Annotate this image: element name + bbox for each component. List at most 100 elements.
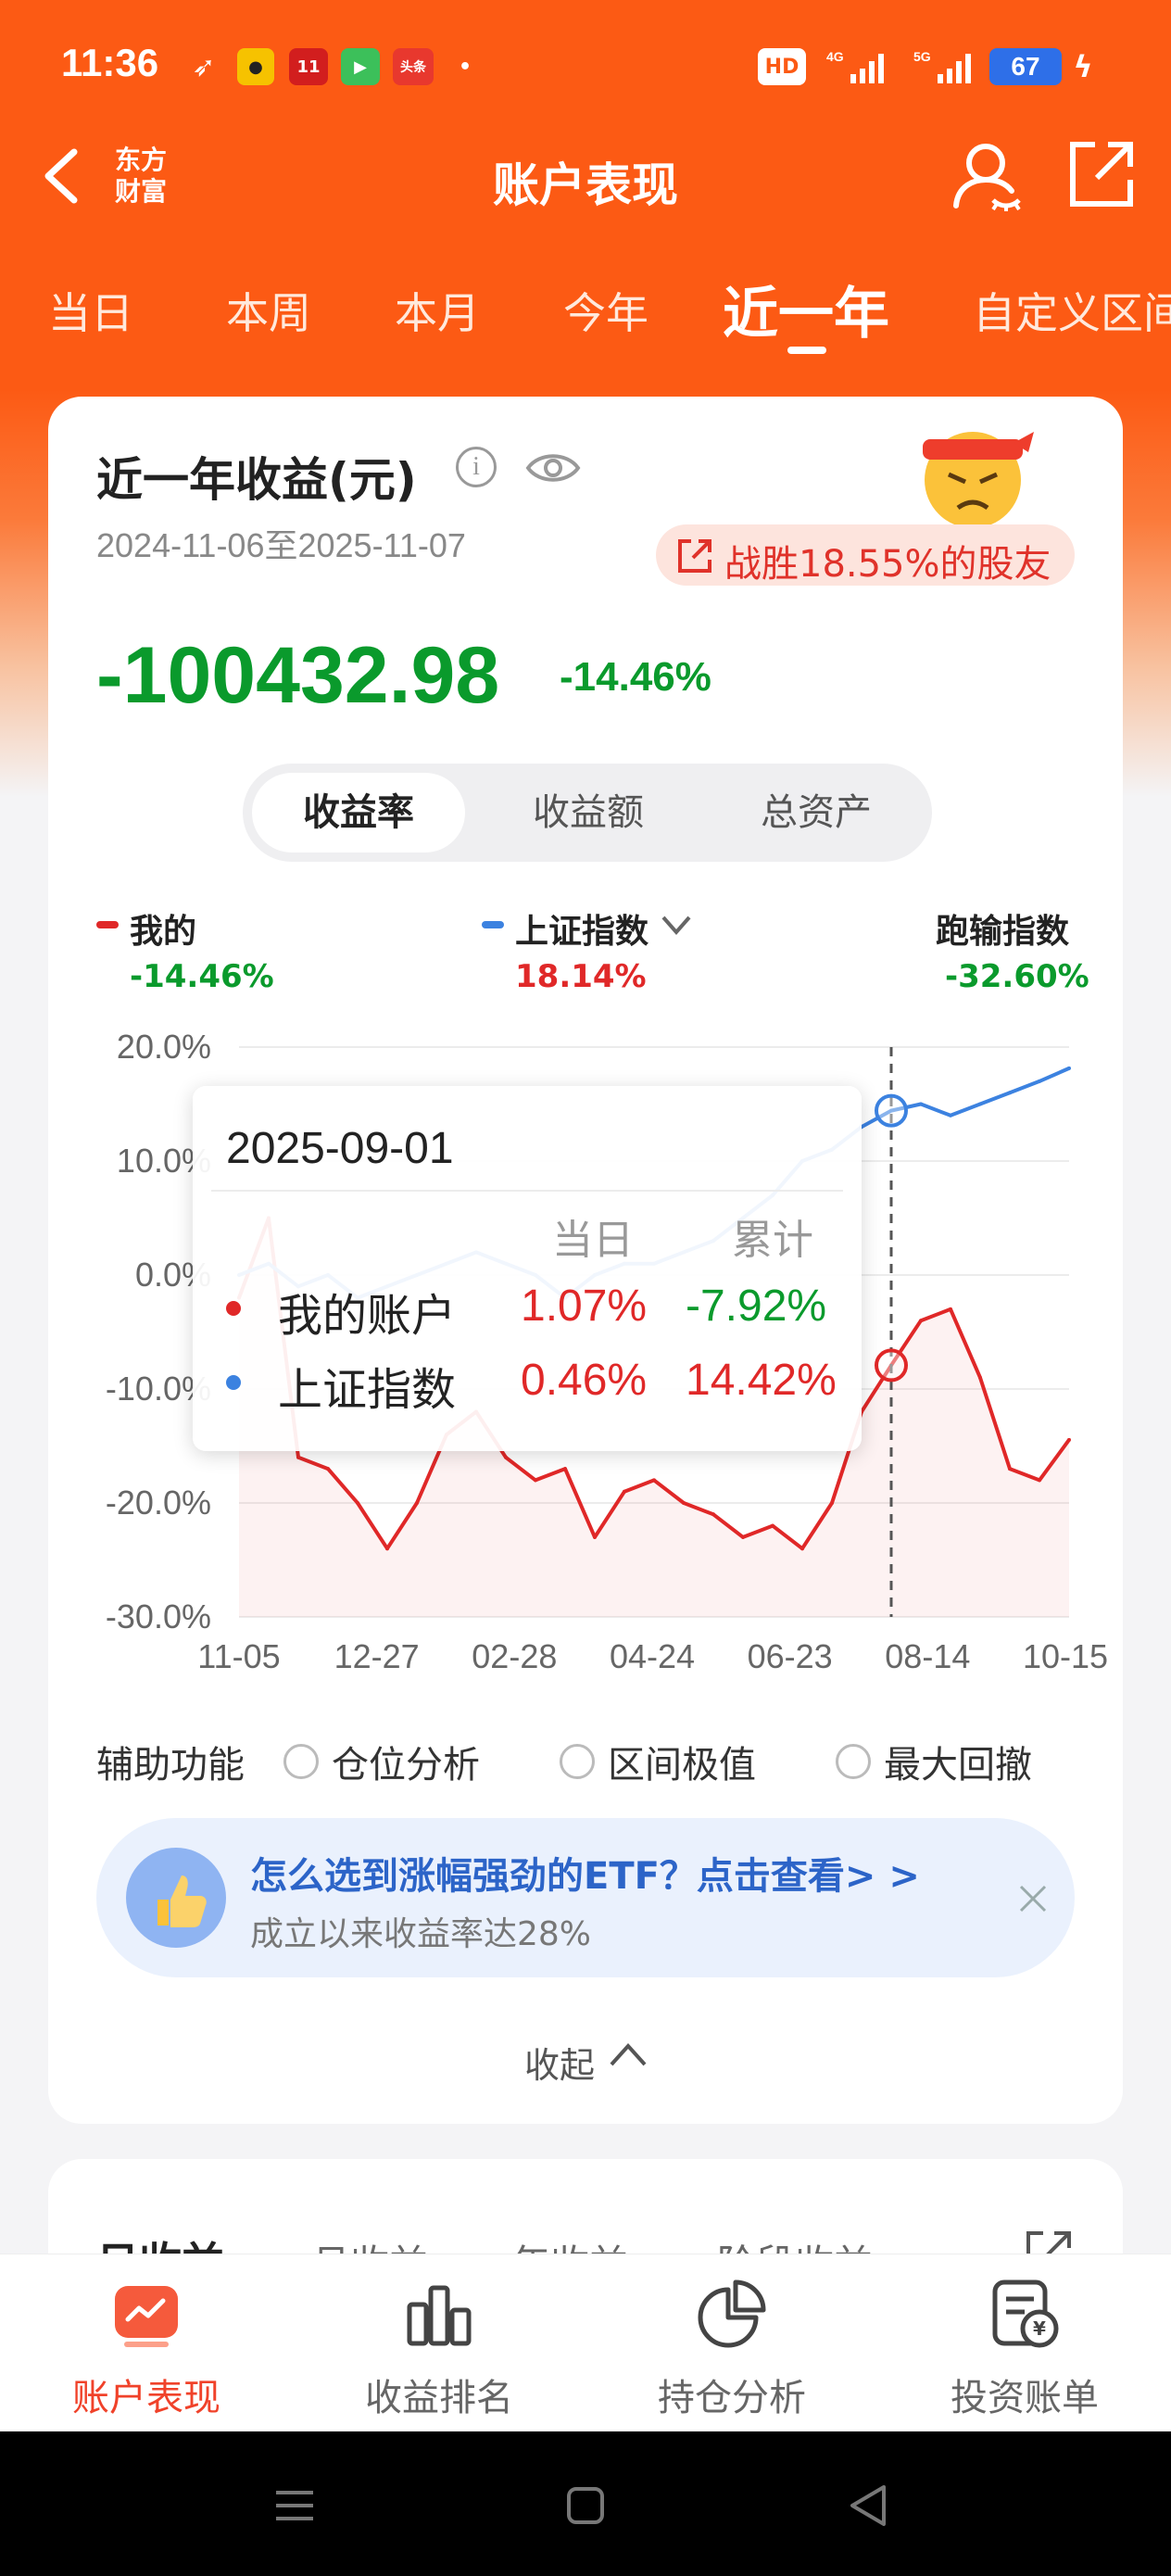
data-point [1067, 1437, 1071, 1442]
aux-range-extremes[interactable]: 区间极值 [560, 1735, 756, 1788]
bottom-navigation: 账户表现 收益排名 持仓分析 ¥ 投资账单 [0, 2254, 1171, 2431]
tooltip-col-total: 累计 [732, 1217, 813, 1264]
nav-investment-bill[interactable]: ¥ 投资账单 [878, 2254, 1171, 2432]
status-time: 11:36 [61, 41, 159, 84]
x-tick-label: 10-15 [1023, 1637, 1108, 1675]
collapse-label[interactable]: 收起 [524, 2037, 595, 2088]
tooltip-index-dot [226, 1375, 241, 1390]
nav-label: 账户表现 [72, 2377, 220, 2419]
share-button[interactable] [1065, 139, 1136, 209]
angry-mascot-icon [917, 415, 1038, 530]
info-icon[interactable]: i [456, 447, 497, 487]
send-icon: ➶ [192, 50, 216, 83]
highlight-marker [875, 1348, 908, 1383]
data-point [534, 1478, 537, 1483]
data-point [415, 1501, 419, 1505]
tooltip-mine-day: 1.07% [521, 1282, 648, 1331]
aux-option-label: 最大回撤 [884, 1744, 1032, 1787]
period-tabs: 当日 本周 本月 今年 近一年 自定义区间 [0, 269, 1171, 354]
share-small-icon [676, 537, 713, 575]
more-dot-icon: • [458, 55, 472, 79]
tooltip-col-day: 当日 [552, 1217, 634, 1264]
bar-chart-icon [402, 2277, 476, 2351]
signal-4g-icon: 4G [826, 48, 886, 85]
nav-account-performance[interactable]: 账户表现 [0, 2254, 293, 2432]
home-icon[interactable] [565, 2485, 606, 2526]
tab-today[interactable]: 当日 [48, 280, 133, 341]
legend-index-name[interactable]: 上证指数 [515, 904, 648, 953]
aux-label: 辅助功能 [96, 1735, 245, 1788]
back-nav-icon[interactable] [847, 2483, 888, 2528]
battery-icon: 67 [989, 48, 1062, 85]
y-tick-label: -30.0% [106, 1597, 211, 1635]
tab-last-year[interactable]: 近一年 [723, 269, 889, 349]
legend-mine-name: 我的 [130, 913, 197, 951]
chevron-down-icon[interactable] [660, 914, 693, 938]
charging-icon: ϟ [1073, 49, 1093, 84]
radio-icon[interactable] [560, 1744, 595, 1779]
active-tab-indicator [787, 347, 826, 354]
data-point [682, 1501, 686, 1505]
data-point [623, 1489, 626, 1494]
nav-profit-ranking[interactable]: 收益排名 [293, 2254, 586, 2432]
tooltip-index-total: 14.42% [686, 1356, 837, 1405]
aux-option-label: 区间极值 [608, 1744, 756, 1787]
eye-toggle-icon[interactable] [524, 448, 582, 487]
x-tick-label: 12-27 [334, 1637, 420, 1675]
radio-icon[interactable] [283, 1744, 319, 1779]
nav-label: 收益排名 [365, 2377, 513, 2419]
x-tick-label: 11-05 [197, 1637, 280, 1675]
tooltip-date: 2025-09-01 [226, 1124, 454, 1173]
pie-chart-icon [695, 2277, 769, 2351]
beat-badge[interactable]: 战胜18.55%的股友 [656, 524, 1075, 586]
aux-label-text: 辅助功能 [96, 1744, 245, 1787]
data-point [919, 1102, 923, 1106]
highlight-marker [875, 1093, 908, 1128]
etf-promo-banner[interactable]: 怎么选到涨幅强劲的ETF？点击查看> > 成立以来收益率达28% [96, 1818, 1075, 1977]
total-profit-percent: -14.46% [560, 654, 711, 700]
close-icon[interactable] [1017, 1883, 1049, 1914]
tab-month[interactable]: 本月 [395, 280, 480, 341]
data-point [1067, 1066, 1071, 1070]
data-point [504, 1455, 508, 1459]
y-tick-label: 20.0% [117, 1028, 211, 1066]
menu-icon[interactable] [274, 2487, 315, 2524]
x-tick-label: 04-24 [610, 1637, 695, 1675]
data-point [741, 1534, 745, 1539]
summary-title: 近一年收益(元) [96, 453, 417, 507]
segment-return-rate[interactable]: 收益率 [252, 773, 465, 852]
data-point [563, 1467, 567, 1471]
tab-custom[interactable]: 自定义区间 [973, 280, 1171, 341]
chevron-up-icon[interactable] [608, 2040, 648, 2068]
tab-week[interactable]: 本周 [226, 280, 311, 341]
video-app-icon: ▶ [341, 48, 380, 85]
user-profile-button[interactable] [949, 137, 1023, 211]
promo-title: 怎么选到涨幅强劲的ETF？点击查看> > [250, 1855, 920, 1898]
tab-year[interactable]: 今年 [563, 280, 648, 341]
radio-icon[interactable] [836, 1744, 871, 1779]
aux-max-drawdown[interactable]: 最大回撤 [836, 1735, 1032, 1788]
x-tick-label: 06-23 [748, 1637, 833, 1675]
thumbs-up-icon [126, 1848, 226, 1948]
segment-total-assets[interactable]: 总资产 [710, 773, 923, 852]
chart-tooltip: 2025-09-01 当日 累计 我的账户 1.07% -7.92% 上证指数 … [193, 1086, 862, 1451]
data-point [1008, 1091, 1012, 1095]
legend-index-swatch [482, 921, 504, 928]
data-point [326, 1467, 330, 1471]
data-point [385, 1547, 389, 1551]
app-notification-icon: ● [237, 48, 274, 85]
date-range: 2024-11-06至2025-11-07 [96, 526, 466, 564]
app-notification-icon: 11 [289, 48, 328, 85]
data-point [919, 1319, 923, 1323]
svg-text:5G: 5G [913, 49, 931, 64]
legend-outrun-name: 跑输指数 [936, 913, 1070, 951]
data-point [1038, 1079, 1041, 1083]
data-point [978, 1375, 982, 1380]
data-point [1008, 1467, 1012, 1471]
segment-return-amount[interactable]: 收益额 [482, 773, 695, 852]
status-bar: 11:36 ➶ ● 11 ▶ 头条 • HD 4G 5G 67 ϟ [0, 0, 1171, 139]
y-tick-label: -20.0% [106, 1484, 211, 1522]
data-point [949, 1113, 952, 1118]
aux-position-analysis[interactable]: 仓位分析 [283, 1735, 480, 1788]
nav-holding-analysis[interactable]: 持仓分析 [586, 2254, 878, 2432]
